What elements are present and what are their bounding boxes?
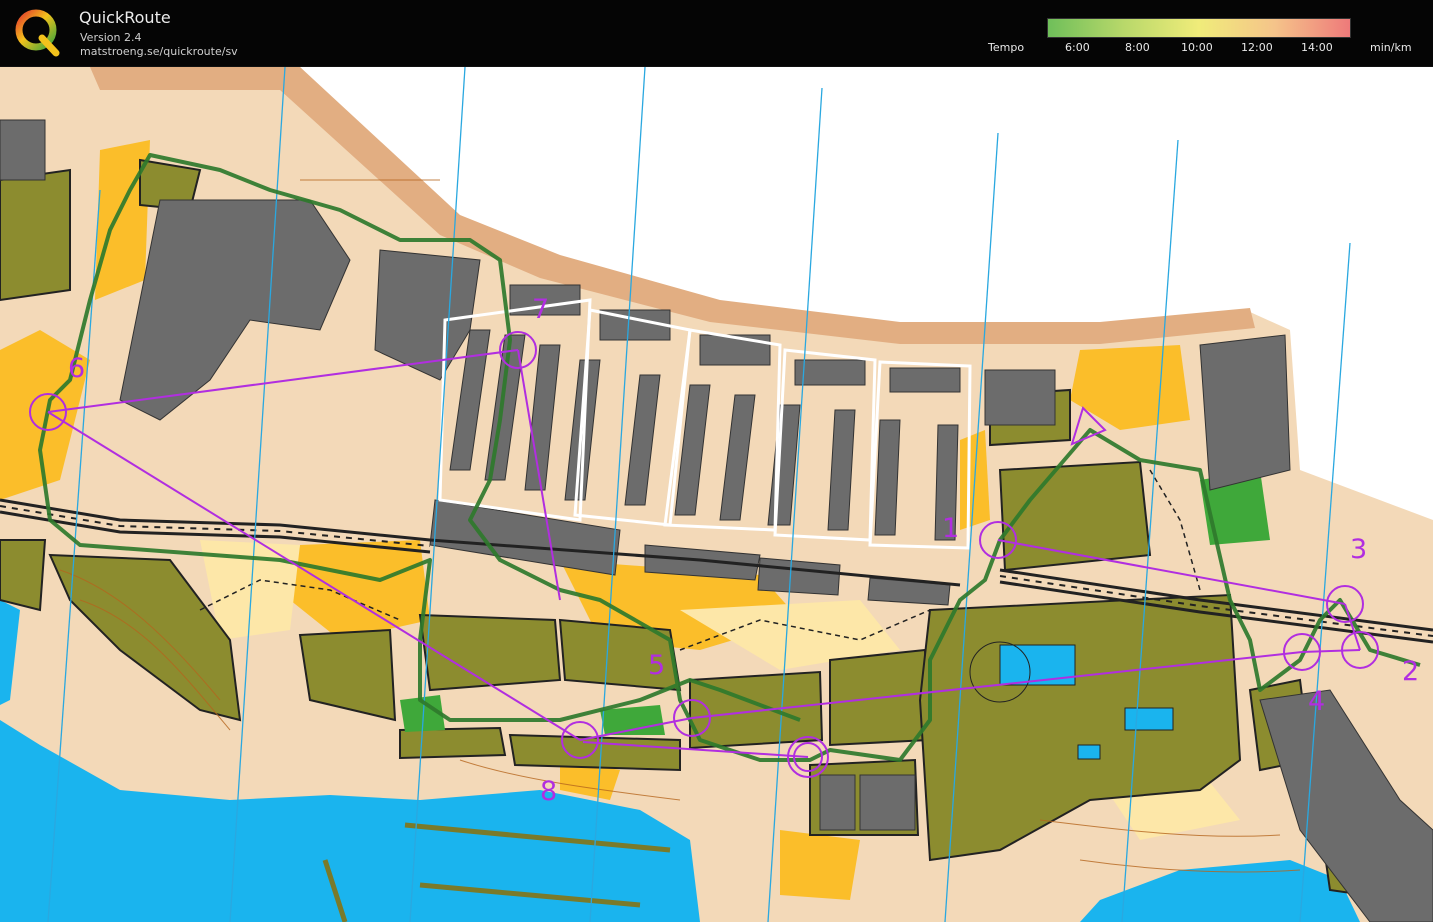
orienteering-map[interactable]: 1 2 3 4 5 6 7 8 — [0, 67, 1433, 922]
quickroute-logo-icon — [15, 9, 60, 57]
app-title: QuickRoute — [79, 8, 171, 27]
control-number-4: 4 — [1308, 686, 1325, 717]
app-header: QuickRoute Version 2.4 matstroeng.se/qui… — [0, 0, 1433, 67]
pool — [999, 644, 1076, 686]
tempo-color-scale — [1047, 18, 1351, 38]
legend-tick-1: 6:00 — [1065, 41, 1090, 54]
control-number-1: 1 — [942, 513, 959, 544]
legend-title: Tempo — [988, 41, 1025, 54]
control-number-7: 7 — [532, 294, 549, 325]
pool — [1077, 744, 1101, 760]
map-canvas: 1 2 3 4 5 6 7 8 — [0, 67, 1433, 922]
app-version: Version 2.4 — [80, 31, 142, 44]
pool — [1124, 707, 1174, 731]
control-number-2: 2 — [1402, 656, 1419, 687]
legend-tick-2: 8:00 — [1125, 41, 1150, 54]
control-number-6: 6 — [68, 353, 85, 384]
legend-tick-3: 10:00 — [1181, 41, 1213, 54]
legend-tick-5: 14:00 — [1301, 41, 1333, 54]
legend-unit: min/km — [1370, 41, 1412, 54]
app-url[interactable]: matstroeng.se/quickroute/sv — [80, 45, 238, 58]
legend-tick-4: 12:00 — [1241, 41, 1273, 54]
control-number-5: 5 — [648, 650, 665, 681]
control-number-3: 3 — [1350, 534, 1367, 565]
control-number-8: 8 — [540, 776, 557, 807]
